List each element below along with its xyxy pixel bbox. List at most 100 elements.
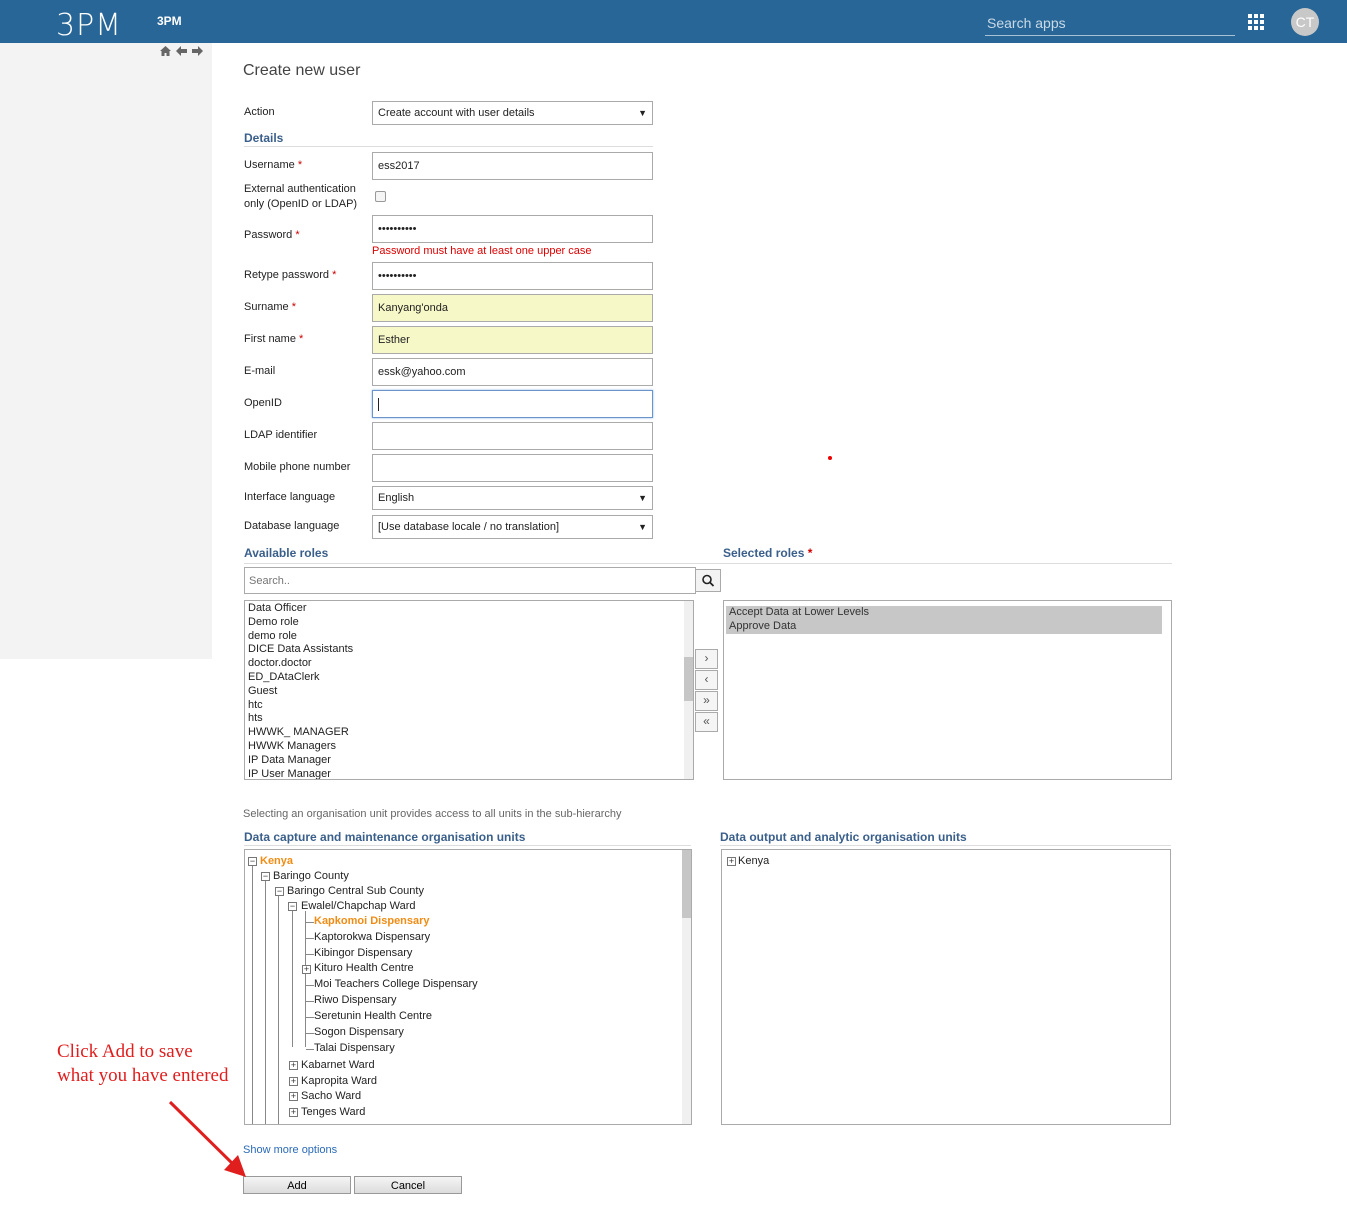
expand-sacho-icon[interactable]: +	[289, 1092, 298, 1101]
tree-node-kapropita[interactable]: Kapropita Ward	[301, 1075, 377, 1088]
top-header: 3PM 3PM CT	[0, 0, 1347, 43]
back-arrow-icon[interactable]	[176, 46, 187, 56]
move-all-right-button[interactable]: »	[695, 691, 718, 711]
expand-tenges-icon[interactable]: +	[289, 1108, 298, 1117]
password-error: Password must have at least one upper ca…	[372, 245, 592, 257]
interface-language-select[interactable]: English ▼	[372, 486, 653, 510]
available-role-item[interactable]: DICE Data Assistants	[245, 643, 693, 657]
tree-node-moi-teachers[interactable]: Moi Teachers College Dispensary	[314, 978, 478, 991]
email-field[interactable]: essk@yahoo.com	[372, 358, 653, 386]
available-roles-scrollbar[interactable]	[684, 601, 693, 779]
output-org-tree[interactable]: + Kenya	[721, 849, 1171, 1125]
ldap-field[interactable]	[372, 422, 653, 450]
selected-role-item[interactable]: Approve Data	[726, 619, 1162, 634]
forward-arrow-icon[interactable]	[192, 46, 203, 56]
tree-node-kenya[interactable]: Kenya	[260, 855, 293, 868]
move-all-left-button[interactable]: «	[695, 712, 718, 732]
tree-node-kabarnet[interactable]: Kabarnet Ward	[301, 1059, 375, 1072]
details-divider	[244, 146, 653, 147]
move-left-button[interactable]: ‹	[695, 670, 718, 690]
user-avatar[interactable]: CT	[1291, 8, 1319, 36]
available-role-item[interactable]: Data Officer	[245, 602, 693, 616]
home-icon[interactable]	[160, 46, 171, 56]
available-role-item[interactable]: HWWK Managers	[245, 740, 693, 754]
dropdown-caret-icon: ▼	[638, 493, 647, 503]
tree-node-riwo[interactable]: Riwo Dispensary	[314, 994, 397, 1007]
retype-password-field[interactable]: ••••••••••	[372, 262, 653, 290]
tree-node-tenges[interactable]: Tenges Ward	[301, 1106, 365, 1119]
tree-node-sogon[interactable]: Sogon Dispensary	[314, 1026, 404, 1039]
external-auth-checkbox[interactable]	[375, 191, 386, 202]
collapse-ewalel-icon[interactable]: −	[288, 902, 297, 911]
tree-node-kaptorokwa[interactable]: Kaptorokwa Dispensary	[314, 931, 430, 944]
app-logo[interactable]: 3PM	[56, 8, 122, 43]
database-language-select[interactable]: [Use database locale / no translation] ▼	[372, 515, 653, 539]
interface-language-label: Interface language	[244, 491, 336, 503]
firstname-field[interactable]: Esther	[372, 326, 653, 354]
dropdown-caret-icon: ▼	[638, 108, 647, 118]
tree-node-kibingor[interactable]: Kibingor Dispensary	[314, 947, 412, 960]
available-role-item[interactable]: Guest	[245, 685, 693, 699]
surname-label: Surname *	[244, 301, 296, 313]
expand-kabarnet-icon[interactable]: +	[289, 1061, 298, 1070]
collapse-kenya-icon[interactable]: −	[248, 857, 257, 866]
show-more-options-link[interactable]: Show more options	[243, 1144, 337, 1156]
search-apps-input[interactable]	[985, 10, 1235, 36]
instruction-annotation: Click Add to save what you have entered	[57, 1041, 229, 1086]
dropdown-caret-icon: ▼	[638, 522, 647, 532]
interface-language-value: English	[378, 492, 415, 504]
available-role-item[interactable]: IP User Manager	[245, 768, 693, 779]
external-auth-label: External authentication only (OpenID or L…	[244, 183, 358, 210]
tree-node-kituro[interactable]: Kituro Health Centre	[314, 962, 414, 975]
output-divider	[720, 845, 1171, 846]
tree-node-baringo-central[interactable]: Baringo Central Sub County	[287, 885, 424, 898]
tree-node-seretunin[interactable]: Seretunin Health Centre	[314, 1010, 432, 1023]
capture-divider	[244, 845, 691, 846]
cancel-button[interactable]: Cancel	[354, 1176, 462, 1194]
available-role-item[interactable]: hts	[245, 712, 693, 726]
selected-role-item[interactable]: Accept Data at Lower Levels	[726, 606, 1162, 620]
openid-field[interactable]	[372, 390, 653, 418]
apps-grid-icon[interactable]	[1248, 14, 1264, 30]
add-button[interactable]: Add	[243, 1176, 351, 1194]
expand-kenya-output-icon[interactable]: +	[727, 857, 736, 866]
action-select[interactable]: Create account with user details ▼	[372, 101, 653, 125]
password-field[interactable]: ••••••••••	[372, 215, 653, 243]
available-role-item[interactable]: htc	[245, 699, 693, 713]
roles-divider	[244, 563, 1172, 564]
mobile-field[interactable]	[372, 454, 653, 482]
output-org-units-heading: Data output and analytic organisation un…	[720, 830, 967, 844]
tree-node-sacho[interactable]: Sacho Ward	[301, 1090, 361, 1103]
collapse-baringo-central-icon[interactable]: −	[275, 887, 284, 896]
brand-name: 3PM	[157, 14, 182, 28]
password-label: Password *	[244, 229, 300, 241]
available-role-item[interactable]: IP Data Manager	[245, 754, 693, 768]
capture-org-units-heading: Data capture and maintenance organisatio…	[244, 830, 526, 844]
output-tree-node-kenya[interactable]: Kenya	[738, 855, 769, 868]
tree-node-kapkomoi[interactable]: Kapkomoi Dispensary	[314, 915, 430, 928]
surname-field[interactable]: Kanyang'onda	[372, 294, 653, 322]
mobile-label: Mobile phone number	[244, 461, 351, 473]
red-dot-marker	[828, 456, 832, 460]
available-role-item[interactable]: demo role	[245, 630, 693, 644]
tree-node-ewalel[interactable]: Ewalel/Chapchap Ward	[301, 900, 416, 913]
left-sidebar	[0, 43, 212, 659]
available-role-item[interactable]: Demo role	[245, 616, 693, 630]
available-role-item[interactable]: ED_DAtaClerk	[245, 671, 693, 685]
tree-node-baringo-county[interactable]: Baringo County	[273, 870, 349, 883]
email-label: E-mail	[244, 365, 276, 377]
tree-node-talai[interactable]: Talai Dispensary	[314, 1042, 395, 1055]
roles-search-button[interactable]	[695, 569, 721, 592]
available-role-item[interactable]: HWWK_ MANAGER	[245, 726, 693, 740]
move-right-button[interactable]: ›	[695, 649, 718, 669]
username-field[interactable]: ess2017	[372, 152, 653, 180]
roles-search-input[interactable]	[244, 567, 696, 594]
available-roles-list[interactable]: Data Officer Demo role demo role DICE Data …	[244, 600, 694, 780]
expand-kapropita-icon[interactable]: +	[289, 1077, 298, 1086]
selected-roles-list[interactable]: Accept Data at Lower Levels Approve Data	[723, 600, 1172, 780]
capture-tree-scrollbar[interactable]	[682, 850, 691, 1124]
available-role-item[interactable]: doctor.doctor	[245, 657, 693, 671]
collapse-baringo-county-icon[interactable]: −	[261, 872, 270, 881]
capture-org-tree[interactable]: − Kenya − Baringo County − Baringo Centr…	[244, 849, 692, 1125]
expand-kituro-icon[interactable]: +	[302, 965, 311, 974]
